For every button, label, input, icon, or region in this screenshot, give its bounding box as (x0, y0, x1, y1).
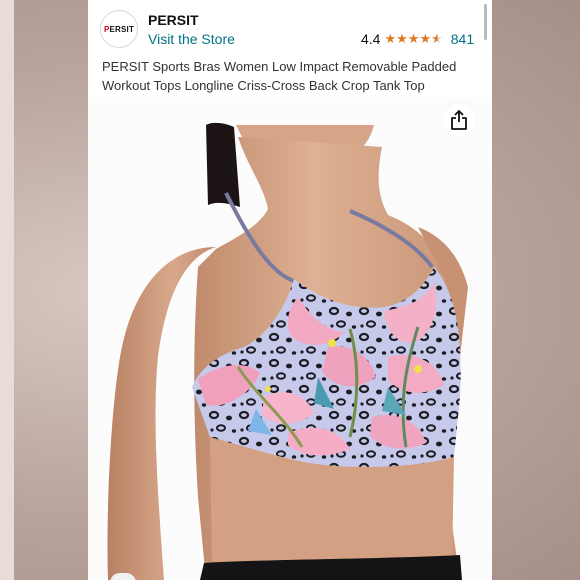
brand-logo-text: PERSIT (103, 24, 135, 34)
brand-name: PERSIT (148, 12, 199, 28)
rating-value: 4.4 (361, 31, 381, 47)
visit-store-link[interactable]: Visit the Store (148, 31, 235, 47)
product-card: PERSIT PERSIT Visit the Store 4.4 ★ ★ ★ … (88, 0, 492, 580)
half-star-icon: ★ (431, 31, 443, 46)
rating-stars: ★ ★ ★ ★ ★ (384, 32, 442, 46)
background-edge (0, 0, 14, 580)
star-icon: ★ (396, 31, 408, 46)
star-icon: ★ (419, 31, 432, 46)
star-icon: ★ (407, 31, 420, 46)
brand-logo[interactable]: PERSIT (100, 10, 138, 48)
rating-count[interactable]: 841 (451, 31, 474, 47)
product-title: PERSIT Sports Bras Women Low Impact Remo… (102, 59, 457, 93)
star-icon: ★ (384, 31, 397, 46)
share-button[interactable] (442, 103, 476, 137)
product-header: PERSIT PERSIT Visit the Store 4.4 ★ ★ ★ … (88, 0, 492, 97)
hair (206, 122, 240, 207)
share-icon (451, 110, 467, 130)
product-photo (107, 122, 468, 580)
product-image[interactable] (88, 97, 492, 580)
rating-summary[interactable]: 4.4 ★ ★ ★ ★ ★ 841 (361, 31, 474, 47)
scrollbar[interactable] (484, 4, 487, 40)
